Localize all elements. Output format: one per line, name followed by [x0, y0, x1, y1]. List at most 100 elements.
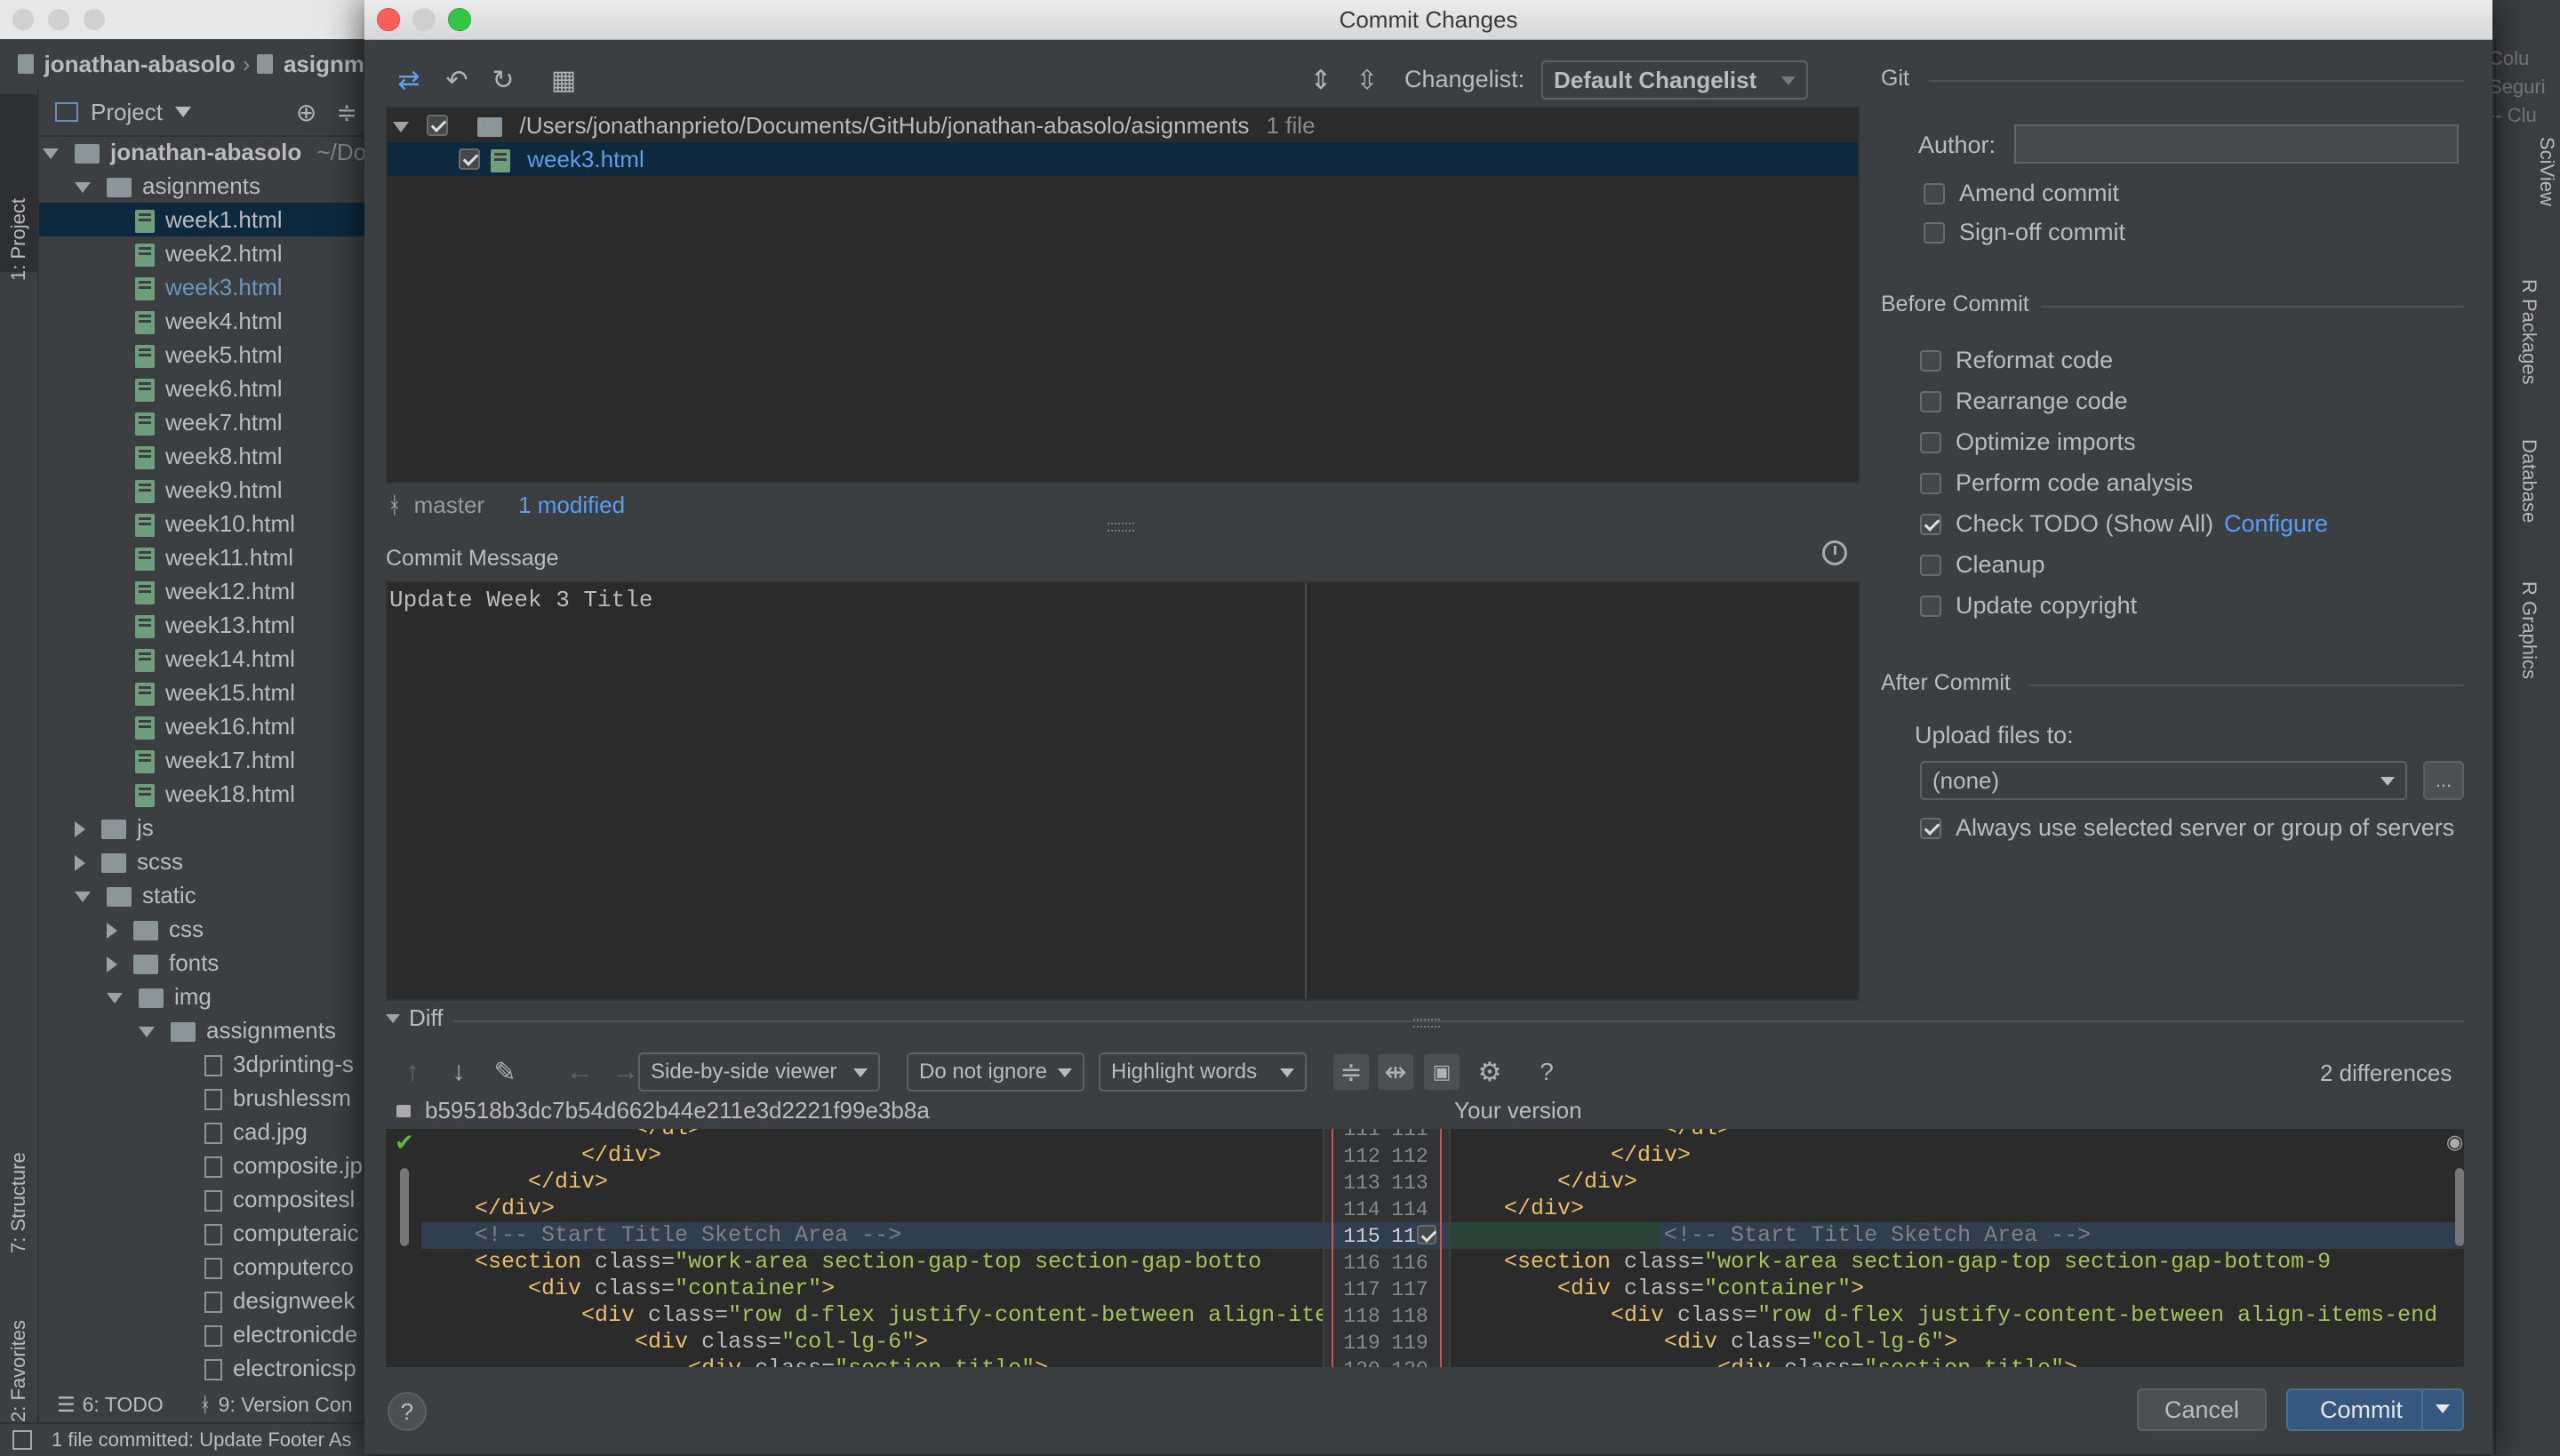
before-commit-checkbox[interactable] — [1920, 432, 1941, 453]
tree-file[interactable]: week12.html — [39, 574, 364, 608]
right-scroll-handle[interactable] — [2455, 1168, 2464, 1246]
tab-structure-label[interactable]: 7: Structure — [7, 1152, 30, 1253]
history-clock-icon[interactable] — [1822, 540, 1847, 565]
edit-source-icon[interactable]: ✎ — [487, 1054, 523, 1090]
cancel-button[interactable]: Cancel — [2137, 1388, 2267, 1431]
expand-icon[interactable] — [393, 122, 409, 133]
collapse-icon[interactable]: ≑ — [336, 98, 356, 127]
tab-r-graphics[interactable]: R Graphics — [2517, 581, 2540, 679]
tree-file[interactable]: week5.html — [39, 338, 364, 372]
breadcrumb-root[interactable]: jonathan-abasolo — [44, 51, 236, 78]
tree-root[interactable]: jonathan-abasolo ~/Do — [43, 135, 364, 169]
tab-database[interactable]: Database — [2517, 439, 2540, 523]
next-diff-icon[interactable]: ↓ — [441, 1054, 476, 1090]
changes-file-row[interactable]: week3.html — [388, 142, 1858, 176]
tree-file[interactable]: week6.html — [39, 372, 364, 405]
folder-checkbox[interactable] — [427, 115, 448, 136]
tree-file[interactable]: week11.html — [39, 540, 364, 574]
tree-image-file[interactable]: compositesl — [204, 1182, 355, 1216]
tree-file[interactable]: week9.html — [39, 473, 364, 507]
changelist-select[interactable]: Default Changelist — [1541, 60, 1808, 100]
before-commit-option-label[interactable]: Check TODO (Show All) — [1956, 510, 2213, 538]
commit-message-area[interactable]: Update Week 3 Title — [386, 581, 1860, 1001]
lock-icon[interactable]: ▣ — [1424, 1054, 1460, 1090]
project-label[interactable]: Project — [91, 99, 163, 126]
gear-icon[interactable]: ⚙ — [1472, 1054, 1508, 1090]
expand-icon[interactable] — [107, 956, 117, 973]
tree-file[interactable]: week3.html — [39, 270, 364, 304]
breadcrumb-folder[interactable]: asignm — [284, 51, 364, 78]
tree-file[interactable]: week7.html — [39, 405, 364, 439]
commit-button[interactable]: Commit — [2286, 1388, 2464, 1431]
expand-icon[interactable] — [107, 923, 117, 940]
tab-sciview[interactable]: SciView — [2535, 137, 2558, 206]
commit-options-chevron-icon[interactable] — [2421, 1390, 2462, 1429]
tree-file[interactable]: week14.html — [39, 642, 364, 676]
chevron-down-icon[interactable] — [174, 107, 191, 117]
tree-image-file[interactable]: computerco — [204, 1250, 354, 1284]
before-commit-option-label[interactable]: Cleanup — [1956, 551, 2045, 579]
sync-scroll-icon[interactable]: ⇹ — [1378, 1054, 1413, 1090]
amend-checkbox[interactable] — [1924, 183, 1945, 204]
help-diff-icon[interactable]: ? — [1529, 1054, 1564, 1090]
rollback-icon[interactable]: ↶ — [439, 62, 475, 98]
minimize-dot-icon[interactable] — [48, 9, 69, 30]
author-input[interactable] — [2014, 124, 2459, 164]
before-commit-option-label[interactable]: Reformat code — [1956, 347, 2113, 374]
signoff-label[interactable]: Sign-off commit — [1959, 219, 2125, 246]
changes-folder-row[interactable]: /Users/jonathanprieto/Documents/GitHub/j… — [388, 108, 1858, 142]
tree-folder-scss[interactable]: scss — [75, 844, 183, 878]
tree-file[interactable]: week10.html — [39, 507, 364, 540]
collapse-unchanged-icon[interactable]: ≑ — [1333, 1054, 1369, 1090]
refresh-icon[interactable]: ↻ — [485, 62, 521, 98]
help-button[interactable]: ? — [388, 1392, 427, 1431]
tree-image-file[interactable]: electronicde — [204, 1317, 357, 1351]
tree-image-file[interactable]: designweek — [204, 1284, 355, 1317]
diff-right-pane[interactable]: ◉ </ul> </div> </div> </div> <!-- Start … — [1451, 1129, 2464, 1367]
before-commit-option-label[interactable]: Optimize imports — [1956, 428, 2136, 456]
before-commit-option-label[interactable]: Rearrange code — [1956, 388, 2128, 415]
tree-folder-img-assignments[interactable]: assignments — [139, 1013, 336, 1047]
highlight-select[interactable]: Highlight words — [1099, 1052, 1307, 1092]
always-use-checkbox[interactable] — [1920, 818, 1941, 839]
before-commit-checkbox[interactable] — [1920, 555, 1941, 576]
tree-image-file[interactable]: electronicsp — [204, 1351, 356, 1385]
include-change-checkbox[interactable] — [1417, 1225, 1436, 1244]
tree-file[interactable]: week15.html — [39, 676, 364, 709]
before-commit-checkbox[interactable] — [1920, 473, 1941, 494]
tree-image-file[interactable]: composite.jp — [204, 1148, 363, 1182]
tree-folder-js[interactable]: js — [75, 811, 154, 844]
diff-left-pane[interactable]: ✔ </ul> </div> </div> </div> <!-- Start … — [386, 1129, 1323, 1367]
tree-folder-css[interactable]: css — [107, 912, 204, 946]
before-commit-option-label[interactable]: Perform code analysis — [1956, 469, 2193, 497]
tree-folder-img[interactable]: img — [107, 980, 212, 1013]
before-commit-option-label[interactable]: Update copyright — [1956, 592, 2137, 620]
tree-file[interactable]: week1.html — [39, 203, 364, 236]
expand-icon[interactable] — [75, 855, 85, 872]
before-commit-checkbox[interactable] — [1920, 514, 1941, 535]
tab-todo[interactable]: 6: TODO — [83, 1393, 164, 1417]
collapse-icon[interactable] — [386, 1013, 400, 1023]
tree-image-file[interactable]: cad.jpg — [204, 1115, 308, 1148]
tree-image-file[interactable]: brushlessm — [204, 1081, 351, 1115]
browse-button[interactable]: ... — [2423, 761, 2464, 800]
before-commit-checkbox[interactable] — [1920, 391, 1941, 412]
tree-file[interactable]: week2.html — [39, 236, 364, 270]
prev-file-icon[interactable]: ← — [562, 1054, 597, 1090]
expand-icon[interactable] — [75, 821, 85, 838]
collapse-all-icon[interactable]: ⇳ — [1349, 62, 1385, 98]
tab-favorites-label[interactable]: 2: Favorites — [7, 1320, 30, 1422]
group-by-icon[interactable]: ▦ — [546, 62, 581, 98]
expand-icon[interactable] — [75, 182, 91, 194]
prev-diff-icon[interactable]: ↑ — [395, 1054, 430, 1090]
status-toggle-icon[interactable] — [12, 1430, 32, 1450]
tab-version-control[interactable]: 9: Version Con — [219, 1393, 353, 1417]
expand-icon[interactable] — [75, 892, 91, 903]
tree-folder-static[interactable]: static — [75, 878, 196, 912]
ignore-select[interactable]: Do not ignore — [907, 1052, 1084, 1092]
tree-file[interactable]: week17.html — [39, 743, 364, 777]
configure-link[interactable]: Configure — [2224, 510, 2328, 538]
tree-file[interactable]: week13.html — [39, 608, 364, 642]
modified-link[interactable]: 1 modified — [518, 492, 625, 519]
expand-icon[interactable] — [43, 148, 59, 160]
